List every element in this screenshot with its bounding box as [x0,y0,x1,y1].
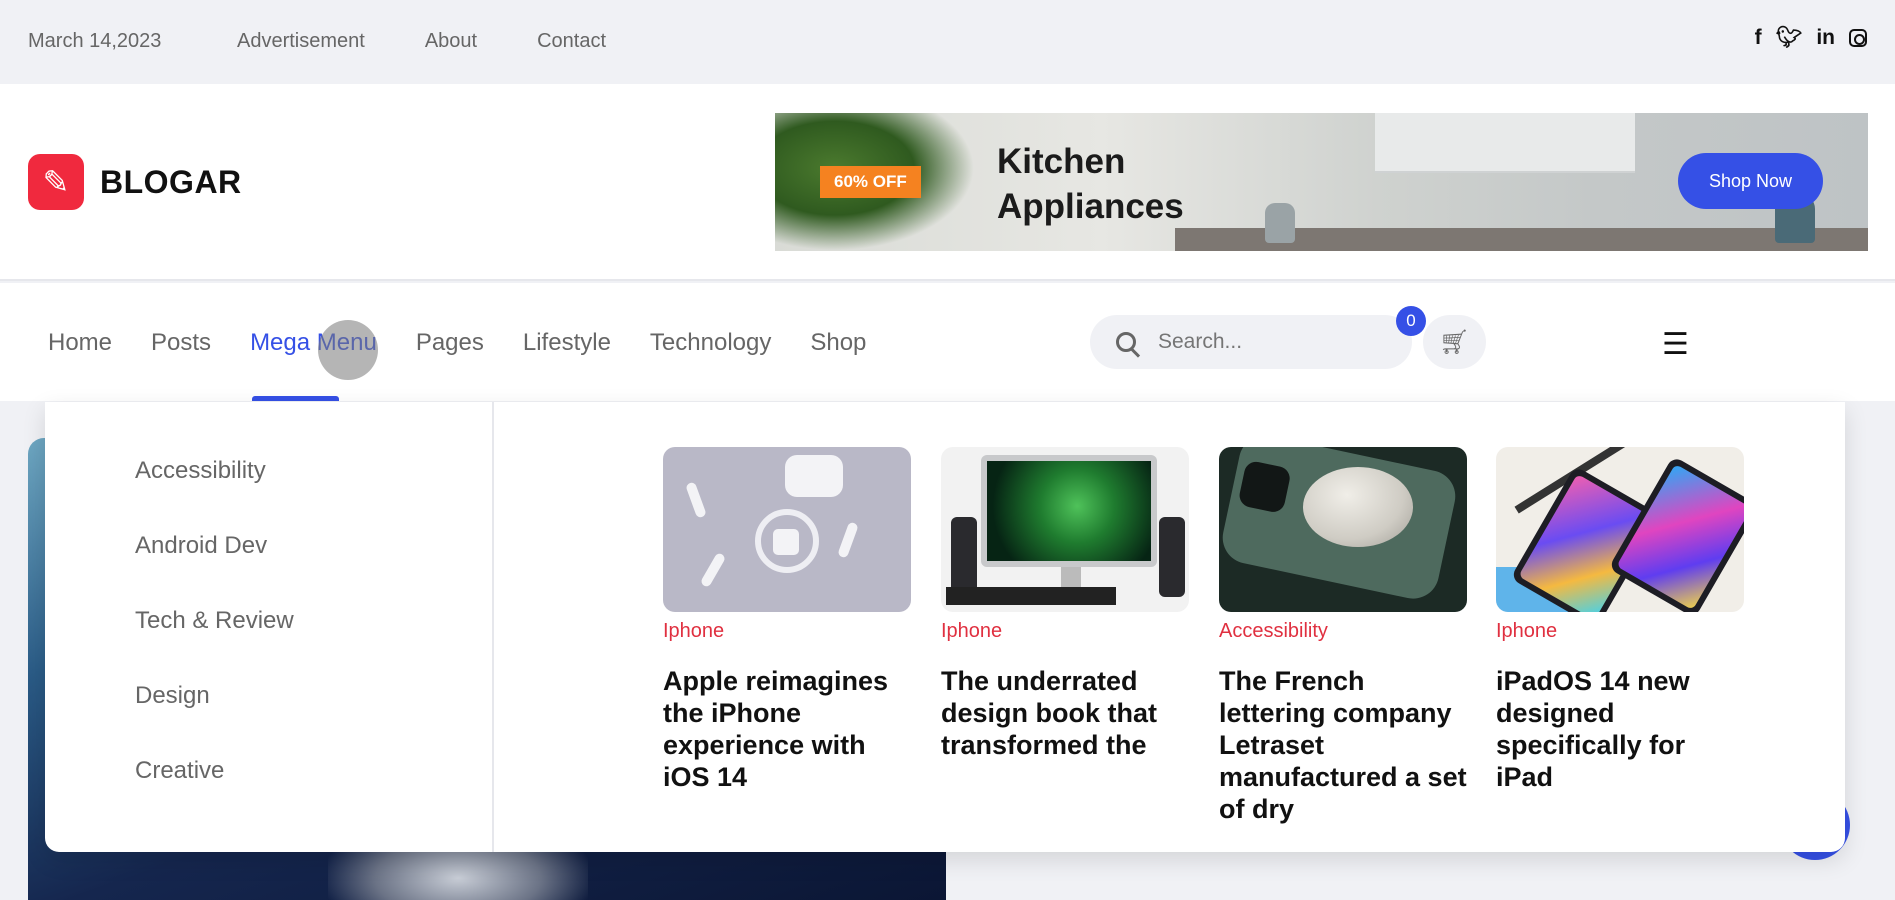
search-input[interactable] [1158,330,1378,354]
top-link-contact[interactable]: Contact [537,30,606,53]
category-tech-review[interactable]: Tech & Review [135,607,294,635]
pen-icon: ✎ [28,154,84,210]
search-icon[interactable] [1116,332,1136,352]
shop-now-button[interactable]: Shop Now [1678,153,1823,209]
ipad-thumbnail[interactable] [1496,447,1744,612]
nav-item-pages[interactable]: Pages [416,329,484,357]
banner-title-line1: Kitchen [997,142,1126,181]
category-accessibility[interactable]: Accessibility [135,457,266,485]
cart-button[interactable]: 🛒︎ [1423,315,1486,369]
desktop-thumbnail[interactable] [941,447,1189,612]
vase-image [1265,203,1295,243]
social-links: f 🐦︎ in [1755,26,1867,50]
site-logo[interactable]: ✎ BLOGAR [28,154,242,210]
post-title[interactable]: iPadOS 14 new designed specifically for … [1496,665,1744,793]
brand-name: BLOGAR [100,163,242,200]
post-title[interactable]: The French lettering company Letraset ma… [1219,665,1467,825]
mouse-cursor-indicator [318,320,378,380]
mega-post-card[interactable]: Accessibility The French lettering compa… [1219,447,1467,825]
category-design[interactable]: Design [135,682,210,710]
current-date: March 14,2023 [28,30,162,52]
nav-item-home[interactable]: Home [48,329,112,357]
main-nav: Home Posts Mega Menu Pages Lifestyle Tec… [0,283,1895,401]
banner-title: Kitchen Appliances [997,139,1184,229]
ad-banner[interactable]: 60% OFF Kitchen Appliances Shop Now [775,113,1868,251]
top-bar: March 14,2023 Advertisement About Contac… [0,0,1895,84]
post-category[interactable]: Iphone [1496,620,1744,643]
cart-icon: 🛒︎ [1439,328,1470,356]
nav-item-shop[interactable]: Shop [810,329,866,357]
nav-menu: Home Posts Mega Menu Pages Lifestyle Tec… [48,329,866,357]
mega-post-card[interactable]: Iphone iPadOS 14 new designed specifical… [1496,447,1744,793]
airpods-thumbnail[interactable] [663,447,911,612]
facebook-icon[interactable]: f [1755,26,1762,50]
site-header: ✎ BLOGAR 60% OFF Kitchen Appliances Shop… [0,84,1895,281]
banner-discount-tag: 60% OFF [820,166,921,198]
post-category[interactable]: Iphone [941,620,1189,643]
hamburger-menu-icon[interactable]: ☰ [1662,327,1689,362]
post-title[interactable]: Apple reimagines the iPhone experience w… [663,665,911,793]
phone-thumbnail[interactable] [1219,447,1467,612]
mega-post-card[interactable]: Iphone Apple reimagines the iPhone exper… [663,447,911,793]
instagram-icon[interactable] [1849,29,1867,47]
mega-post-card[interactable]: Iphone The underrated design book that t… [941,447,1189,761]
cart-count-badge: 0 [1396,306,1426,336]
search-box[interactable] [1090,315,1412,369]
nav-item-posts[interactable]: Posts [151,329,211,357]
nav-item-lifestyle[interactable]: Lifestyle [523,329,611,357]
mega-menu-dropdown: Accessibility Android Dev Tech & Review … [45,402,1845,852]
active-nav-indicator [252,396,339,401]
banner-title-line2: Appliances [997,187,1184,226]
top-link-about[interactable]: About [425,30,477,53]
linkedin-icon[interactable]: in [1816,26,1835,50]
post-category[interactable]: Accessibility [1219,620,1467,643]
twitter-icon[interactable]: 🐦︎ [1776,26,1803,50]
top-link-advertisement[interactable]: Advertisement [237,30,365,53]
category-creative[interactable]: Creative [135,757,224,785]
category-android-dev[interactable]: Android Dev [135,532,267,560]
top-links: Advertisement About Contact [237,30,606,53]
cabinet-image [1375,113,1635,173]
post-category[interactable]: Iphone [663,620,911,643]
nav-item-technology[interactable]: Technology [650,329,771,357]
mega-menu-categories: Accessibility Android Dev Tech & Review … [45,402,494,852]
post-title[interactable]: The underrated design book that transfor… [941,665,1189,761]
